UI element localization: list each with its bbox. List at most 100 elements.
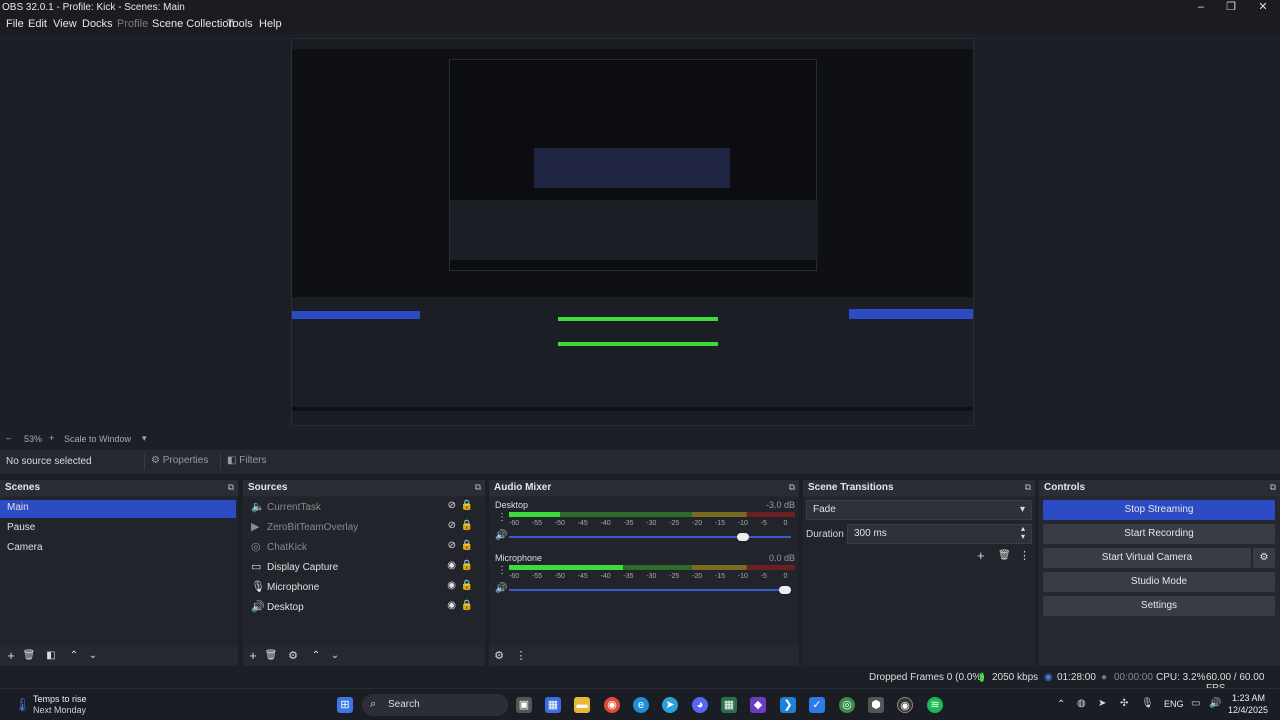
language-indicator[interactable]: ENG	[1164, 699, 1184, 709]
network-icon[interactable]: ◍	[1077, 698, 1086, 709]
task-view-icon[interactable]: ▣	[516, 697, 532, 713]
zoom-in-button[interactable]: +	[49, 433, 54, 443]
properties-button[interactable]: ⚙ Properties	[144, 454, 214, 470]
move-down-icon[interactable]: ⌄	[327, 648, 343, 664]
kebab-icon[interactable]: ⋮	[513, 648, 529, 664]
move-up-icon[interactable]: ⌃	[308, 648, 324, 664]
discord-icon[interactable]: ◕	[692, 697, 708, 713]
telegram-icon[interactable]: ➤	[662, 697, 678, 713]
windows-start-icon[interactable]: ⊞	[337, 697, 353, 713]
lock-icon[interactable]: 🔒	[461, 600, 473, 611]
scene-item-pause[interactable]: Pause	[0, 520, 236, 538]
menu-scene-collection[interactable]: Scene Collection	[152, 18, 235, 30]
preview-canvas[interactable]	[291, 38, 974, 426]
kebab-icon[interactable]: ⋮	[497, 565, 507, 576]
minimize-button[interactable]: –	[1186, 0, 1216, 16]
popout-icon[interactable]: ⧉	[228, 482, 234, 493]
start-virtual-camera-button[interactable]: Start Virtual Camera	[1043, 548, 1251, 568]
scale-mode[interactable]: Scale to Window	[64, 434, 131, 444]
source-item[interactable]: 🔊 Desktop ◉ 🔒	[247, 599, 483, 617]
transition-select[interactable]: Fade ▾	[806, 500, 1032, 520]
menu-file[interactable]: File	[6, 18, 24, 30]
obs-icon[interactable]: ◉	[897, 697, 913, 713]
kebab-icon[interactable]: ⋮	[497, 512, 507, 523]
clock-date[interactable]: 12/4/2025	[1228, 705, 1268, 715]
add-scene-icon[interactable]: +	[3, 648, 19, 664]
speaker-icon[interactable]: 🔊	[495, 530, 507, 541]
clock-time[interactable]: 1:23 AM	[1232, 693, 1265, 703]
edge-icon[interactable]: e	[633, 697, 649, 713]
volume-slider[interactable]	[509, 586, 791, 594]
scene-item-camera[interactable]: Camera	[0, 540, 236, 558]
gear-icon[interactable]: ⚙	[285, 648, 301, 664]
spotify-icon[interactable]: ≋	[927, 697, 943, 713]
filter-icon[interactable]: ◧	[43, 648, 59, 664]
source-item[interactable]: ◎ ChatKick ⊘ 🔒	[247, 539, 483, 557]
source-item[interactable]: ▭ Display Capture ◉ 🔒	[247, 559, 483, 577]
eye-icon[interactable]: ◉	[447, 560, 456, 571]
kebab-icon[interactable]: ⋮	[1019, 549, 1030, 562]
volume-slider[interactable]	[509, 533, 791, 541]
start-recording-button[interactable]: Start Recording	[1043, 524, 1275, 544]
chevron-up-icon[interactable]: ⌃	[1057, 699, 1065, 710]
popout-icon[interactable]: ⧉	[1025, 482, 1031, 493]
maximize-button[interactable]: ❐	[1216, 0, 1246, 16]
menu-tools[interactable]: Tools	[227, 18, 253, 30]
weather-icon[interactable]: 🌡	[14, 697, 31, 713]
spin-arrows-icon[interactable]: ▴ ▾	[1021, 525, 1025, 541]
todo-icon[interactable]: ✓	[809, 697, 825, 713]
eye-hidden-icon[interactable]: ⊘	[448, 500, 456, 511]
menu-profile[interactable]: Profile	[117, 18, 148, 30]
popout-icon[interactable]: ⧉	[1270, 482, 1276, 493]
slider-knob[interactable]	[736, 533, 749, 541]
chevron-down-icon[interactable]: ▾	[142, 433, 147, 444]
move-up-icon[interactable]: ⌃	[66, 648, 82, 664]
menu-docks[interactable]: Docks	[82, 18, 113, 30]
file-explorer-icon[interactable]: ▬	[574, 697, 590, 713]
taskbar-search[interactable]: ⌕ Search	[362, 694, 508, 716]
add-source-icon[interactable]: +	[245, 648, 261, 664]
display-icon[interactable]: ▭	[1191, 698, 1200, 709]
move-down-icon[interactable]: ⌄	[85, 648, 101, 664]
menu-help[interactable]: Help	[259, 18, 282, 30]
visual-studio-icon[interactable]: ◆	[750, 697, 766, 713]
eye-icon[interactable]: ◉	[447, 580, 456, 591]
duration-input[interactable]: 300 ms ▴ ▾	[847, 524, 1032, 544]
source-item[interactable]: 🎙 Microphone ◉ 🔒	[247, 579, 483, 597]
whatsapp-icon[interactable]: ◎	[839, 697, 855, 713]
microphone-icon[interactable]: 🎙	[1141, 698, 1154, 709]
gear-icon[interactable]: ⚙	[491, 648, 507, 664]
weather-title[interactable]: Temps to rise	[33, 694, 87, 704]
eye-hidden-icon[interactable]: ⊘	[448, 540, 456, 551]
menu-edit[interactable]: Edit	[28, 18, 47, 30]
filters-button[interactable]: ◧ Filters	[220, 454, 272, 470]
preview-area[interactable]	[0, 34, 1280, 432]
gear-icon[interactable]: ⚙	[1253, 548, 1275, 568]
eye-icon[interactable]: ◉	[447, 600, 456, 611]
close-button[interactable]: ✕	[1248, 0, 1278, 16]
chrome-icon[interactable]: ◉	[604, 697, 620, 713]
volume-icon[interactable]: 🔊	[1209, 698, 1221, 709]
source-item[interactable]: ▶ ZeroBitTeamOverlay ⊘ 🔒	[247, 519, 483, 537]
slider-knob[interactable]	[779, 586, 791, 594]
stop-streaming-button[interactable]: Stop Streaming	[1043, 500, 1275, 520]
lock-icon[interactable]: 🔒	[461, 540, 473, 551]
lock-icon[interactable]: 🔒	[461, 560, 473, 571]
lock-icon[interactable]: 🔒	[461, 580, 473, 591]
settings-button[interactable]: Settings	[1043, 596, 1275, 616]
lock-icon[interactable]: 🔒	[461, 520, 473, 531]
trash-icon[interactable]: 🗑	[263, 648, 279, 664]
scene-item-main[interactable]: Main	[0, 500, 236, 518]
zoom-out-button[interactable]: –	[6, 433, 11, 443]
add-transition-icon[interactable]: +	[977, 548, 985, 563]
popout-icon[interactable]: ⧉	[475, 482, 481, 493]
menu-view[interactable]: View	[53, 18, 77, 30]
telegram-tray-icon[interactable]: ➤	[1098, 698, 1106, 709]
trash-icon[interactable]: 🗑	[998, 550, 1011, 561]
store-icon[interactable]: ▦	[545, 697, 561, 713]
speaker-icon[interactable]: 🔊	[495, 583, 507, 594]
trash-icon[interactable]: 🗑	[21, 648, 37, 664]
popout-icon[interactable]: ⧉	[789, 482, 795, 493]
tray-app-icon[interactable]: ✣	[1120, 698, 1128, 709]
lock-icon[interactable]: 🔒	[461, 500, 473, 511]
